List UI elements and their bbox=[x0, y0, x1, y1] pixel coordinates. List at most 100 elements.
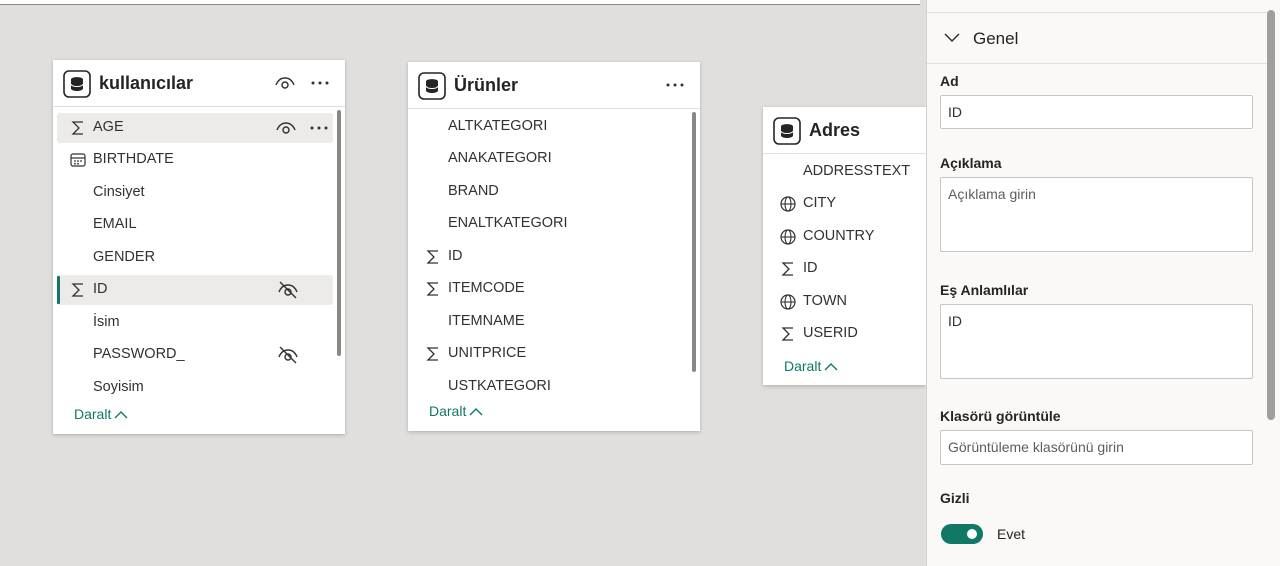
globe-icon bbox=[780, 229, 796, 245]
collapse-label: Daralt bbox=[74, 406, 112, 422]
collapse-link[interactable]: Daralt bbox=[784, 358, 838, 374]
field-row-gender[interactable]: GENDER bbox=[57, 243, 333, 273]
scrollbar[interactable] bbox=[692, 112, 696, 372]
pane-scrollbar[interactable] bbox=[1267, 10, 1275, 420]
name-input[interactable]: ID bbox=[940, 95, 1253, 129]
field-name: COUNTRY bbox=[803, 228, 875, 244]
field-name: UNITPRICE bbox=[448, 345, 527, 361]
toggle-knob bbox=[967, 529, 977, 539]
display-folder-input[interactable]: Görüntüleme klasörünü girin bbox=[940, 430, 1253, 465]
canvas-top-toolbar bbox=[0, 0, 920, 5]
collapse-link[interactable]: Daralt bbox=[74, 406, 128, 422]
field-row-altkategori[interactable]: ALTKATEGORI bbox=[412, 112, 688, 142]
field-row-ustkategori[interactable]: USTKATEGORI bbox=[412, 372, 688, 399]
sigma-icon bbox=[426, 250, 438, 264]
field-row-city[interactable]: CITY bbox=[767, 189, 926, 219]
table-icon bbox=[63, 70, 91, 98]
visibility-eye-icon[interactable] bbox=[274, 72, 296, 94]
field-name: BRAND bbox=[448, 183, 499, 199]
field-row-brand[interactable]: BRAND bbox=[412, 177, 688, 207]
sigma-icon bbox=[781, 327, 793, 341]
field-name: EMAIL bbox=[93, 216, 137, 232]
field-name: Cinsiyet bbox=[93, 184, 145, 200]
chevron-up-icon bbox=[469, 408, 483, 416]
field-name: ID bbox=[448, 248, 463, 264]
field-name: PASSWORD_ bbox=[93, 346, 185, 362]
chevron-down-icon bbox=[944, 33, 960, 43]
collapse-label: Daralt bbox=[784, 358, 822, 374]
field-row-password[interactable]: PASSWORD_ bbox=[57, 340, 333, 370]
collapse-link[interactable]: Daralt bbox=[429, 403, 483, 419]
field-row-addresstext[interactable]: ADDRESSTEXT bbox=[767, 157, 926, 187]
field-name: ID bbox=[93, 281, 108, 297]
chevron-up-icon bbox=[824, 363, 838, 371]
hidden-label: Gizli bbox=[940, 490, 970, 506]
table-card-address[interactable]: Adres ADDRESSTEXT CITY COUNTRY ID TOWN U… bbox=[763, 107, 926, 385]
name-label: Ad bbox=[940, 73, 959, 89]
field-row-unitprice[interactable]: UNITPRICE bbox=[412, 339, 688, 369]
hidden-eye-icon[interactable] bbox=[277, 279, 299, 301]
hidden-eye-icon[interactable] bbox=[277, 344, 299, 366]
field-row-enaltkategori[interactable]: ENALTKATEGORI bbox=[412, 209, 688, 239]
collapse-label: Daralt bbox=[429, 403, 467, 419]
more-options-icon[interactable] bbox=[309, 72, 331, 94]
table-icon bbox=[418, 72, 446, 100]
properties-pane: Genel Ad ID Açıklama Açıklama girin Eş A… bbox=[926, 0, 1280, 566]
field-list: ALTKATEGORI ANAKATEGORI BRAND ENALTKATEG… bbox=[408, 109, 700, 399]
field-name: BIRTHDATE bbox=[93, 151, 174, 167]
calendar-icon bbox=[70, 153, 86, 167]
field-name: USERID bbox=[803, 325, 858, 341]
field-row-age[interactable]: AGE bbox=[57, 113, 333, 143]
globe-icon bbox=[780, 196, 796, 212]
field-row-email[interactable]: EMAIL bbox=[57, 210, 333, 240]
field-name: USTKATEGORI bbox=[448, 378, 551, 394]
chevron-up-icon bbox=[114, 411, 128, 419]
table-card-users[interactable]: kullanıcılar AGE BIRTHDATE Cinsiyet EMAI… bbox=[53, 60, 345, 434]
table-title: kullanıcılar bbox=[99, 73, 194, 93]
field-name: ITEMNAME bbox=[448, 313, 525, 329]
table-header[interactable]: Adres bbox=[763, 107, 926, 154]
visibility-eye-icon[interactable] bbox=[275, 117, 297, 139]
sigma-icon bbox=[71, 121, 83, 135]
synonyms-textarea[interactable]: ID bbox=[940, 304, 1253, 379]
field-row-birthdate[interactable]: BIRTHDATE bbox=[57, 145, 333, 175]
field-row-isim[interactable]: İsim bbox=[57, 308, 333, 338]
field-row-anakategori[interactable]: ANAKATEGORI bbox=[412, 144, 688, 174]
hidden-toggle[interactable] bbox=[941, 524, 983, 544]
field-row-itemcode[interactable]: ITEMCODE bbox=[412, 274, 688, 304]
more-options-icon[interactable] bbox=[664, 74, 686, 96]
field-row-id[interactable]: ID bbox=[767, 254, 926, 284]
hidden-toggle-label: Evet bbox=[997, 526, 1026, 542]
scrollbar[interactable] bbox=[337, 110, 341, 356]
section-title: Genel bbox=[973, 29, 1019, 48]
table-title: Adres bbox=[809, 120, 861, 140]
field-row-userid[interactable]: USERID bbox=[767, 319, 926, 349]
field-row-itemname[interactable]: ITEMNAME bbox=[412, 307, 688, 337]
field-name: ALTKATEGORI bbox=[448, 118, 548, 134]
field-name: ADDRESSTEXT bbox=[803, 163, 911, 179]
more-options-icon[interactable] bbox=[308, 117, 330, 139]
table-header[interactable]: kullanıcılar bbox=[53, 60, 345, 107]
table-card-products[interactable]: Ürünler ALTKATEGORI ANAKATEGORI BRAND EN… bbox=[408, 62, 700, 431]
field-name: AGE bbox=[93, 119, 124, 135]
field-row-cinsiyet[interactable]: Cinsiyet bbox=[57, 178, 333, 208]
table-header[interactable]: Ürünler bbox=[408, 62, 700, 109]
field-name: TOWN bbox=[803, 293, 848, 309]
field-row-id[interactable]: ID bbox=[57, 275, 333, 305]
field-row-soyisim[interactable]: Soyisim bbox=[57, 373, 333, 403]
field-name: CITY bbox=[803, 195, 837, 211]
description-textarea[interactable]: Açıklama girin bbox=[940, 177, 1253, 252]
sigma-icon bbox=[781, 262, 793, 276]
field-row-id[interactable]: ID bbox=[412, 242, 688, 272]
field-name: Soyisim bbox=[93, 379, 144, 395]
table-title: Ürünler bbox=[454, 75, 519, 95]
field-name: ITEMCODE bbox=[448, 280, 525, 296]
field-row-country[interactable]: COUNTRY bbox=[767, 222, 926, 252]
section-header-general[interactable]: Genel bbox=[927, 13, 1267, 64]
field-name: ENALTKATEGORI bbox=[448, 215, 568, 231]
field-name: ID bbox=[803, 260, 818, 276]
field-name: İsim bbox=[93, 314, 120, 330]
globe-icon bbox=[780, 294, 796, 310]
field-row-town[interactable]: TOWN bbox=[767, 287, 926, 317]
description-label: Açıklama bbox=[940, 155, 1002, 171]
